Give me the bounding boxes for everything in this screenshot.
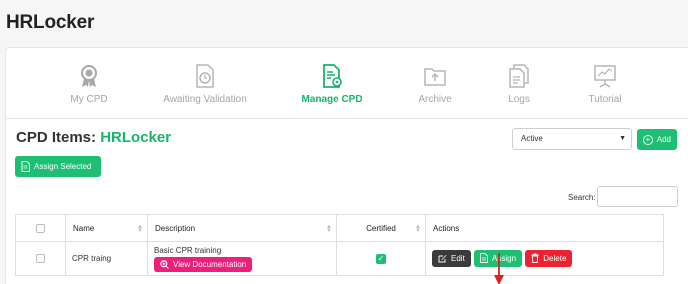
table-row: CPR traing Basic CPR training View Docum… bbox=[15, 241, 664, 276]
files-icon bbox=[509, 64, 529, 88]
row-checkbox[interactable] bbox=[36, 254, 45, 263]
trash-icon bbox=[531, 253, 539, 264]
nav-item-awaiting-validation[interactable]: Awaiting Validation bbox=[150, 64, 260, 105]
table-header-row: Name ▲ ▼ Description ▲ ▼ Certified ▲ ▼ Acti… bbox=[15, 214, 664, 242]
page-title-prefix: CPD Items: bbox=[16, 129, 97, 146]
chevron-down-icon: ▼ bbox=[619, 135, 626, 142]
add-button-label: Add bbox=[656, 134, 671, 144]
column-header-certified[interactable]: Certified ▲ ▼ bbox=[336, 214, 426, 242]
sort-icon: ▲ ▼ bbox=[415, 224, 421, 234]
view-documentation-button[interactable]: View Documentation bbox=[154, 256, 253, 272]
column-header-actions-label: Actions bbox=[433, 223, 460, 233]
edit-button[interactable]: Edit bbox=[432, 250, 471, 268]
nav-divider bbox=[6, 118, 688, 119]
sort-icon: ▲ ▼ bbox=[326, 224, 332, 234]
assign-selected-button[interactable]: Assign Selected bbox=[15, 156, 101, 177]
edit-icon bbox=[438, 255, 447, 263]
column-header-description-label: Description bbox=[155, 223, 196, 233]
certified-checkbox[interactable]: ✓ bbox=[376, 253, 386, 264]
row-certified-cell: ✓ bbox=[336, 241, 426, 276]
nav-label-tutorial: Tutorial bbox=[588, 94, 622, 105]
plus-circle-icon: + bbox=[643, 134, 653, 145]
document-icon bbox=[480, 253, 488, 264]
medal-icon bbox=[81, 65, 97, 87]
column-header-name[interactable]: Name ▲ ▼ bbox=[65, 214, 148, 242]
assign-selected-label: Assign Selected bbox=[34, 161, 92, 171]
main-card: My CPD Awaiting Validation Manage CPD Ar… bbox=[5, 47, 688, 284]
app-title: HRLocker bbox=[6, 12, 95, 33]
cpd-nav: My CPD Awaiting Validation Manage CPD Ar… bbox=[6, 48, 688, 116]
row-select-cell bbox=[15, 241, 66, 276]
column-header-description[interactable]: Description ▲ ▼ bbox=[147, 214, 337, 242]
cpd-items-table: Name ▲ ▼ Description ▲ ▼ Certified ▲ ▼ Acti… bbox=[15, 214, 664, 276]
status-filter-value: Active bbox=[521, 134, 543, 143]
annotation-arrow-icon bbox=[494, 253, 504, 284]
search-label: Search: bbox=[568, 193, 596, 202]
row-actions-cell: Edit Assign Delete bbox=[425, 241, 664, 276]
nav-item-my-cpd[interactable]: My CPD bbox=[34, 64, 144, 105]
document-icon bbox=[21, 161, 30, 172]
column-header-certified-label: Certified bbox=[366, 223, 396, 233]
row-description: Basic CPR training bbox=[154, 245, 222, 255]
column-header-name-label: Name bbox=[73, 223, 95, 233]
status-filter-select[interactable]: Active ▼ bbox=[512, 128, 632, 150]
presentation-board-icon bbox=[594, 65, 616, 88]
row-description-cell: Basic CPR training View Documentation bbox=[147, 241, 337, 276]
sort-icon: ▲ ▼ bbox=[137, 224, 143, 234]
delete-button-label: Delete bbox=[543, 253, 567, 263]
zoom-in-icon bbox=[160, 259, 169, 269]
delete-button[interactable]: Delete bbox=[525, 249, 573, 267]
edit-button-label: Edit bbox=[451, 254, 465, 264]
column-header-actions: Actions bbox=[425, 214, 664, 242]
archive-folder-icon bbox=[424, 68, 446, 86]
view-documentation-label: View Documentation bbox=[173, 259, 247, 269]
page-title: CPD Items: HRLocker bbox=[16, 129, 171, 146]
document-settings-icon bbox=[323, 64, 342, 88]
nav-label-manage-cpd: Manage CPD bbox=[301, 94, 363, 105]
nav-item-tutorial[interactable]: Tutorial bbox=[550, 64, 660, 105]
search-input[interactable] bbox=[597, 186, 678, 207]
nav-label-my-cpd: My CPD bbox=[70, 94, 108, 105]
add-button[interactable]: + Add bbox=[637, 129, 677, 150]
nav-item-manage-cpd[interactable]: Manage CPD bbox=[277, 64, 387, 105]
document-clock-icon bbox=[196, 64, 214, 88]
select-all-checkbox[interactable] bbox=[36, 223, 45, 233]
row-name-cell: CPR traing bbox=[65, 241, 148, 276]
page-title-company: HRLocker bbox=[100, 129, 172, 146]
select-all-header bbox=[15, 214, 66, 242]
nav-label-awaiting-validation: Awaiting Validation bbox=[163, 94, 247, 105]
